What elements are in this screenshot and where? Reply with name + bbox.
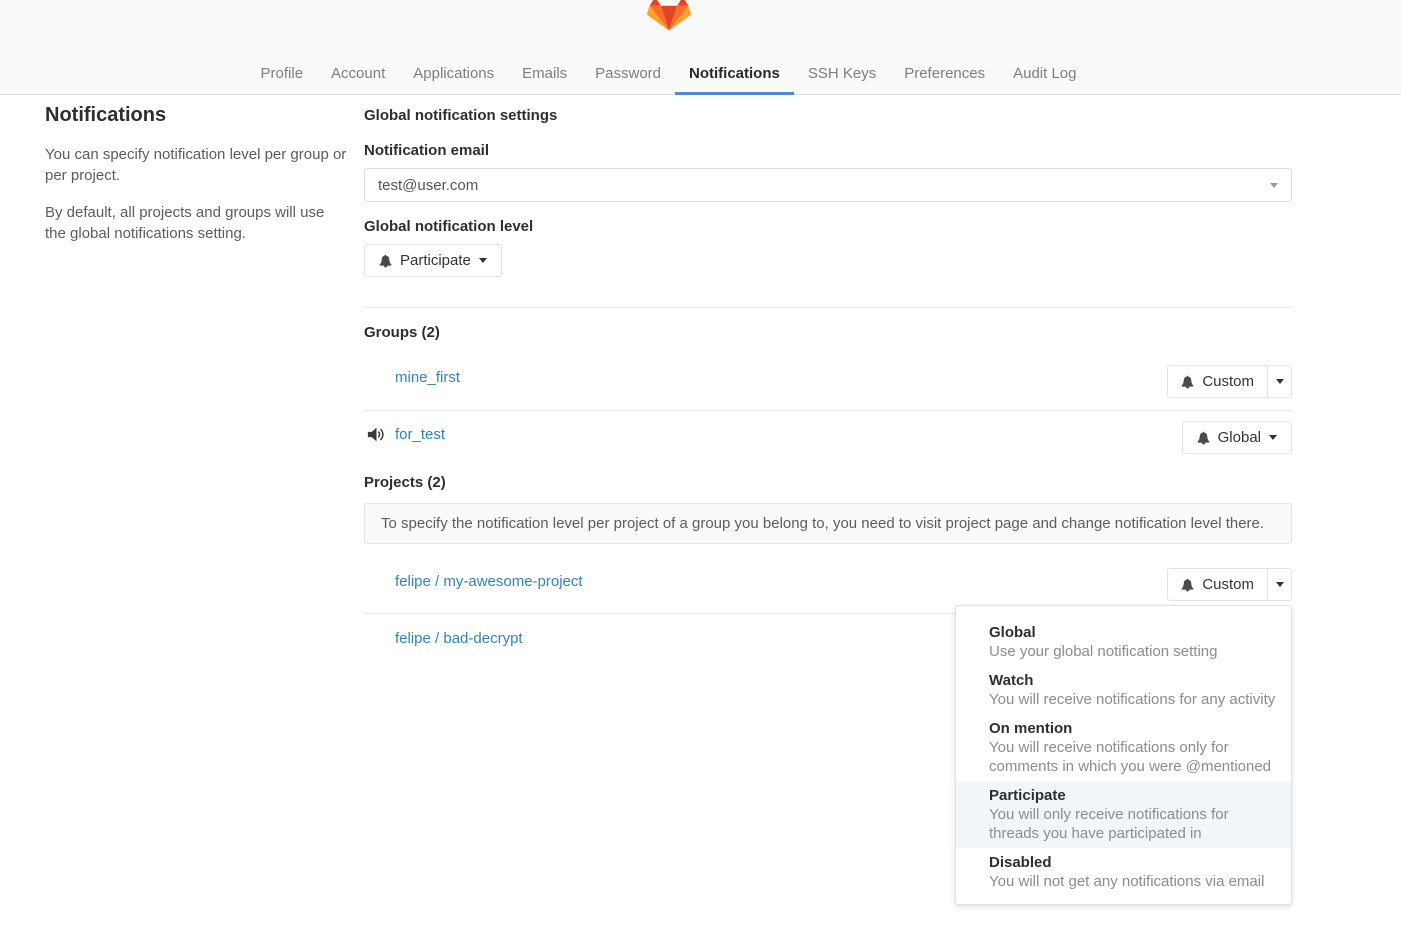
tab-emails[interactable]: Emails: [508, 53, 581, 95]
sidebar: Notifications You can specify notificati…: [45, 104, 347, 260]
notification-email-label: Notification email: [364, 141, 489, 161]
gitlab-logo-icon[interactable]: [645, 0, 693, 40]
dropdown-item-desc: You will receive notifications only for …: [989, 738, 1276, 776]
bell-icon: [1181, 375, 1194, 389]
notification-email-select[interactable]: test@user.com: [364, 168, 1292, 202]
volume-up-icon: [367, 426, 386, 448]
project-level-main-button[interactable]: Custom: [1167, 568, 1268, 601]
projects-info-box: To specify the notification level per pr…: [364, 503, 1292, 544]
dropdown-item-on-mention[interactable]: On mention You will receive notification…: [956, 714, 1291, 781]
chevron-down-icon: [1270, 183, 1278, 188]
groups-title: Groups (2): [364, 323, 440, 343]
group-level-label: Custom: [1202, 373, 1254, 390]
tab-account[interactable]: Account: [317, 53, 399, 95]
bell-icon: [1197, 431, 1210, 445]
project-level-button: Custom: [1167, 568, 1292, 601]
dropdown-item-desc: You will only receive notifications for …: [989, 805, 1276, 843]
header: Profile Account Applications Emails Pass…: [0, 0, 1401, 95]
tab-password[interactable]: Password: [581, 53, 675, 95]
notification-level-dropdown: Global Use your global notification sett…: [955, 605, 1292, 905]
group-mine-first-level-button: Custom: [1167, 365, 1292, 398]
projects-title: Projects (2): [364, 473, 446, 493]
group-mine-first-level-caret-button[interactable]: [1268, 365, 1292, 398]
section-divider: [364, 307, 1292, 308]
notification-level-label: Global notification level: [364, 217, 533, 237]
global-notification-level-button[interactable]: Participate: [364, 244, 502, 277]
dropdown-item-global[interactable]: Global Use your global notification sett…: [956, 618, 1291, 666]
dropdown-item-disabled[interactable]: Disabled You will not get any notificati…: [956, 848, 1291, 896]
project-link-my-awesome-project[interactable]: felipe / my-awesome-project: [395, 572, 583, 592]
dropdown-item-desc: Use your global notification setting: [989, 642, 1276, 661]
level-button-label: Participate: [400, 252, 471, 269]
tab-applications[interactable]: Applications: [399, 53, 508, 95]
project-level-label: Custom: [1202, 576, 1254, 593]
sidebar-description-2: By default, all projects and groups will…: [45, 202, 347, 244]
project-level-caret-button[interactable]: [1268, 568, 1292, 601]
sidebar-description-1: You can specify notification level per g…: [45, 144, 347, 186]
tab-audit-log[interactable]: Audit Log: [999, 53, 1090, 95]
dropdown-item-title: Watch: [989, 671, 1276, 690]
caret-down-icon: [1276, 379, 1284, 384]
bell-icon: [1181, 578, 1194, 592]
header-inner: Profile Account Applications Emails Pass…: [45, 0, 1292, 94]
page-title: Notifications: [45, 104, 347, 127]
dropdown-item-title: Participate: [989, 786, 1276, 805]
group-link-for-test[interactable]: for_test: [395, 425, 445, 445]
profile-notifications-page: Profile Account Applications Emails Pass…: [0, 0, 1401, 928]
caret-down-icon: [479, 258, 487, 263]
caret-down-icon: [1276, 582, 1284, 587]
group-for-test-level-button[interactable]: Global: [1182, 421, 1292, 454]
tab-profile[interactable]: Profile: [247, 53, 318, 95]
global-settings-title: Global notification settings: [364, 106, 557, 126]
row-divider: [364, 410, 1292, 411]
tab-preferences[interactable]: Preferences: [890, 53, 999, 95]
group-level-label: Global: [1218, 429, 1261, 446]
group-mine-first-level-main-button[interactable]: Custom: [1167, 365, 1268, 398]
dropdown-item-watch[interactable]: Watch You will receive notifications for…: [956, 666, 1291, 714]
group-link-mine-first[interactable]: mine_first: [395, 368, 460, 388]
dropdown-item-title: Global: [989, 623, 1276, 642]
dropdown-item-title: On mention: [989, 719, 1276, 738]
dropdown-item-desc: You will receive notifications for any a…: [989, 690, 1276, 709]
tab-ssh-keys[interactable]: SSH Keys: [794, 53, 890, 95]
bell-icon: [379, 254, 392, 268]
tab-notifications[interactable]: Notifications: [675, 53, 794, 95]
project-link-bad-decrypt[interactable]: felipe / bad-decrypt: [395, 629, 523, 649]
notification-email-value: test@user.com: [378, 177, 478, 194]
profile-nav: Profile Account Applications Emails Pass…: [247, 53, 1091, 95]
caret-down-icon: [1269, 435, 1277, 440]
dropdown-item-desc: You will not get any notifications via e…: [989, 872, 1276, 891]
dropdown-item-title: Disabled: [989, 853, 1276, 872]
projects-info-text: To specify the notification level per pr…: [381, 515, 1264, 532]
dropdown-item-participate[interactable]: Participate You will only receive notifi…: [956, 781, 1291, 848]
